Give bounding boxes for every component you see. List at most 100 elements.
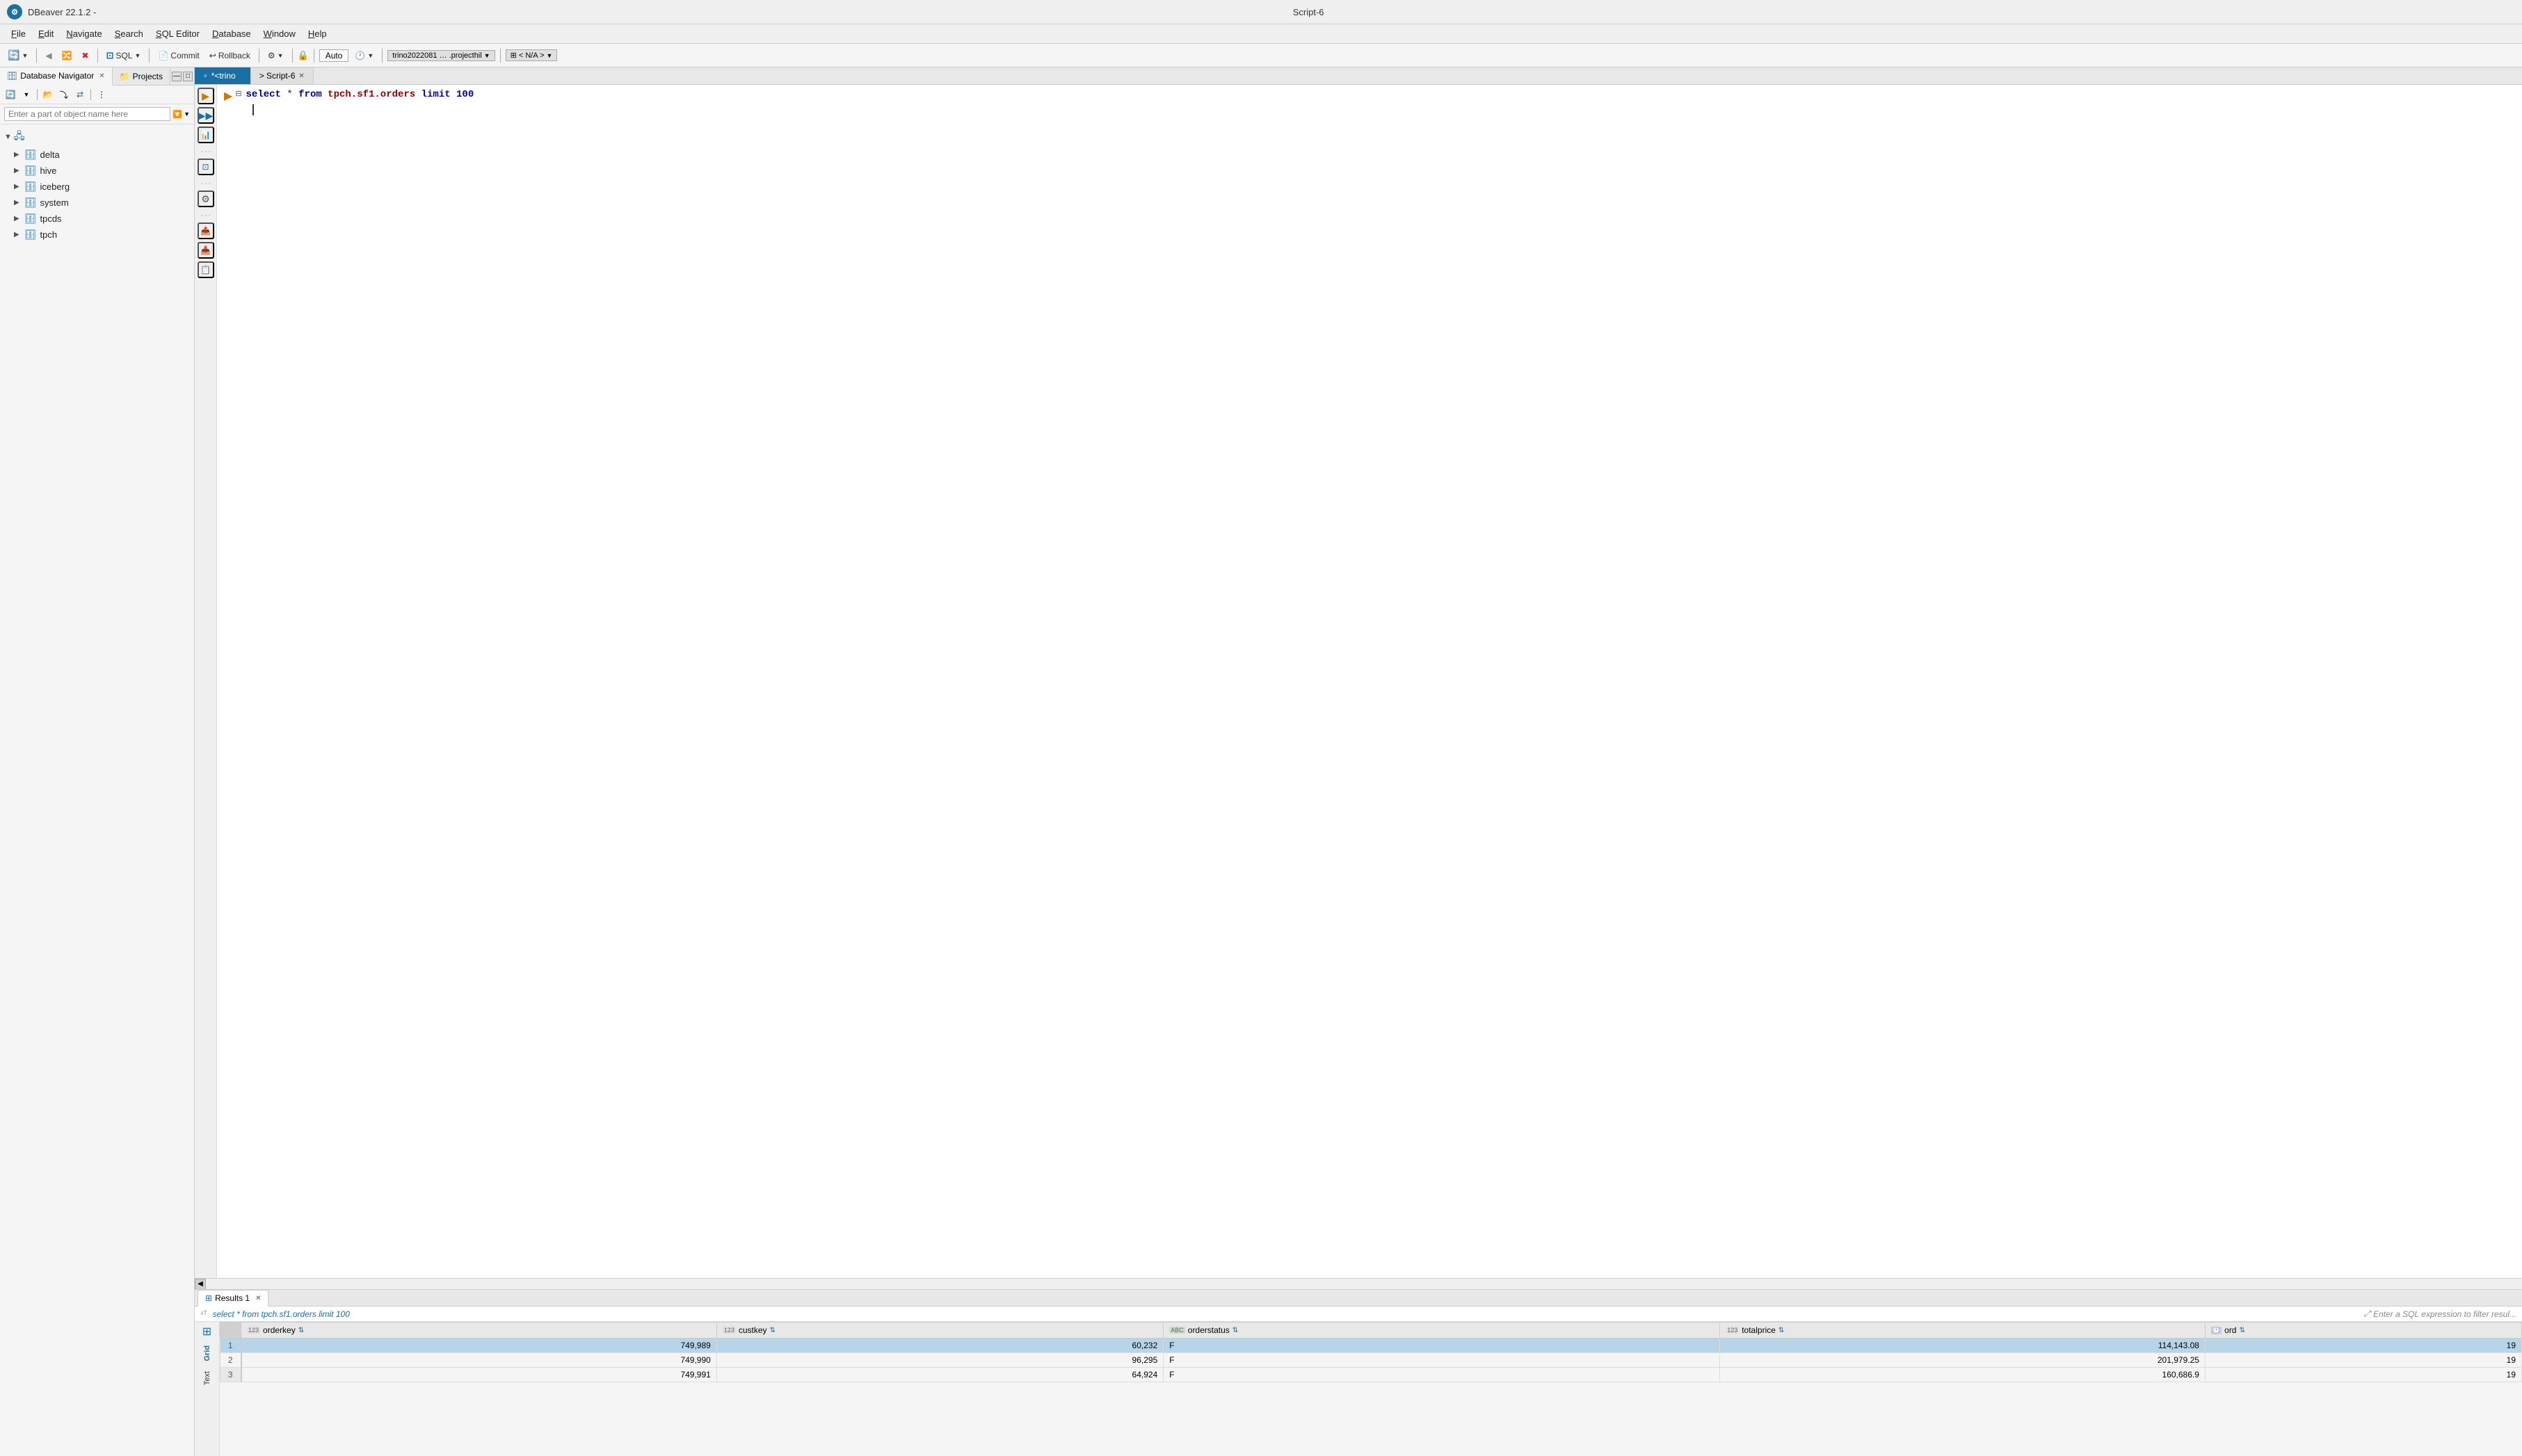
orderstatus-cell: F [1164, 1368, 1720, 1382]
tree-root[interactable]: ▼ 🖧 [0, 127, 194, 147]
tree-item-tpcds[interactable]: ▶ 🗄 tpcds [0, 211, 194, 227]
rollback-button[interactable]: ↩ Rollback [206, 49, 254, 62]
schema-chevron-icon: ▼ [547, 52, 553, 59]
menu-window[interactable]: Window [258, 26, 301, 41]
nav-chevron-icon: ▼ [24, 91, 30, 98]
minimize-panel-button[interactable]: — [172, 72, 182, 81]
tree-item-hive[interactable]: ▶ 🗄 hive [0, 163, 194, 179]
connection-badge[interactable]: trino2022081 … .projecthil ▼ [387, 50, 495, 61]
sql-star: * [281, 89, 298, 100]
commit-button[interactable]: 📄 Commit [154, 49, 202, 62]
export-button[interactable]: 📤 [198, 223, 214, 239]
orderstatus-sort-icon[interactable]: ⇅ [1232, 1327, 1238, 1334]
menu-help[interactable]: Help [303, 26, 332, 41]
schema-badge[interactable]: ⊞ < N/A > ▼ [506, 49, 558, 61]
code-line-2 [224, 104, 2515, 120]
table-body: 1 749,989 60,232 F 114,143.08 19 2 749,9… [220, 1338, 2522, 1382]
custkey-sort-icon[interactable]: ⇅ [770, 1327, 776, 1334]
tree-item-tpch[interactable]: ▶ 🗄 tpch [0, 227, 194, 243]
auto-commit-badge[interactable]: Auto [319, 49, 349, 62]
maximize-panel-button[interactable]: □ [183, 72, 193, 81]
data-table-wrapper[interactable]: 123 orderkey ⇅ 123 custkey [220, 1322, 2522, 1456]
nav-chevron-button[interactable]: ▼ [19, 88, 33, 102]
sql-button[interactable]: ⊡ SQL ▼ [103, 49, 145, 63]
tree-item-delta[interactable]: ▶ 🗄 delta [0, 147, 194, 163]
format-button[interactable]: ⚙ ▼ [264, 49, 287, 62]
search-input[interactable] [4, 107, 170, 121]
nav-add-folder-button[interactable]: 📂 [41, 88, 55, 102]
close-db-nav-icon[interactable]: ✕ [99, 72, 104, 80]
close-results-tab-icon[interactable]: ✕ [255, 1295, 261, 1302]
col-header-orderstatus[interactable]: ABC orderstatus ⇅ [1164, 1322, 1720, 1338]
row-num-cell: 2 [220, 1353, 241, 1368]
ord-sort-icon[interactable]: ⇅ [2239, 1327, 2244, 1334]
data-grid-container: ⊞ Grid Text 123 [195, 1322, 2522, 1456]
orderstatus-type-badge: ABC [1169, 1327, 1185, 1334]
filter-dropdown[interactable]: 🔽 ▼ [172, 110, 190, 119]
tab-trino[interactable]: ● *<trino [195, 67, 251, 84]
totalprice-sort-icon[interactable]: ⇅ [1778, 1327, 1784, 1334]
tab-database-navigator[interactable]: 🗄 Database Navigator ✕ [0, 67, 113, 86]
run-script-button[interactable]: ▶▶ [198, 107, 214, 124]
menu-search[interactable]: Search [109, 26, 149, 41]
nav-collapse-button[interactable]: ⤵ [57, 88, 71, 102]
tree-item-iceberg[interactable]: ▶ 🗄 iceberg [0, 179, 194, 195]
clock-icon: 🕐 [355, 51, 365, 60]
menu-navigate[interactable]: Navigate [61, 26, 107, 41]
table-row[interactable]: 3 749,991 64,924 F 160,686.9 19 [220, 1368, 2522, 1382]
filter-expand-icon: ⤢ [2364, 1309, 2371, 1319]
navigator-search: 🔽 ▼ [0, 104, 194, 124]
forward-button[interactable]: 🔀 [58, 49, 76, 62]
custkey-cell: 64,924 [716, 1368, 1163, 1382]
horizontal-scroll[interactable]: ◀ [195, 1278, 2522, 1289]
tab-results-1[interactable]: ⊞ Results 1 ✕ [198, 1290, 268, 1307]
explain-button[interactable]: 📊 [198, 127, 214, 143]
row-num-cell: 1 [220, 1338, 241, 1353]
menu-edit[interactable]: Edit [33, 26, 59, 41]
orderkey-cell: 749,991 [241, 1368, 717, 1382]
results-tab-icon: ⊞ [205, 1293, 212, 1303]
metadata-button[interactable]: 📋 [198, 261, 214, 278]
title-bar: ⚙ DBeaver 22.1.2 - Script-6 [0, 0, 2522, 24]
settings-side-button[interactable]: ⚙ [198, 191, 214, 207]
scroll-left-button[interactable]: ◀ [195, 1279, 206, 1290]
tab-script6[interactable]: > Script-6 ✕ [251, 67, 314, 84]
col-header-orderkey[interactable]: 123 orderkey ⇅ [241, 1322, 717, 1338]
delta-expand-icon: ▶ [14, 151, 19, 159]
collapse-icon: ⤵ [60, 89, 68, 101]
import-button[interactable]: 📥 [198, 242, 214, 259]
sidebar-dots-3: · · · [201, 210, 211, 220]
menu-bar: File Edit Navigate Search SQL Editor Dat… [0, 24, 2522, 44]
code-editor[interactable]: ▶ ⊟ select * from tpch.sf1.orders limit … [217, 85, 2522, 1278]
col-header-custkey[interactable]: 123 custkey ⇅ [716, 1322, 1163, 1338]
nav-settings-button[interactable]: ⋮ [95, 88, 109, 102]
auto-dropdown-button[interactable]: 🕐 ▼ [351, 49, 377, 62]
tab-projects[interactable]: 📁 Projects [113, 68, 170, 85]
table-row[interactable]: 1 749,989 60,232 F 114,143.08 19 [220, 1338, 2522, 1353]
main-layout: 🗄 Database Navigator ✕ 📁 Projects — □ 🔄 … [0, 67, 2522, 1456]
close-script6-icon[interactable]: ✕ [298, 72, 304, 80]
tree-item-system[interactable]: ▶ 🗄 system [0, 195, 194, 211]
filter-arrow-icon: ▼ [184, 111, 190, 118]
custkey-cell: 60,232 [716, 1338, 1163, 1353]
nav-refresh-button[interactable]: 🔄 [3, 88, 17, 102]
refresh-button[interactable]: 🔄 ▼ [4, 48, 31, 63]
nav-sync-button[interactable]: ⇄ [73, 88, 87, 102]
filter-input-area[interactable]: ⤢ Enter a SQL expression to filter resul… [2364, 1309, 2516, 1319]
terminal-button[interactable]: ⊡ [198, 159, 214, 175]
run-button[interactable]: ▶ [198, 88, 214, 104]
totalprice-cell: 160,686.9 [1720, 1368, 2206, 1382]
menu-file[interactable]: File [6, 26, 31, 41]
orderkey-sort-icon[interactable]: ⇅ [298, 1327, 304, 1334]
stop-button[interactable]: ✖ [79, 49, 93, 62]
back-button[interactable]: ◀ [42, 49, 55, 62]
panel-window-controls: — □ [170, 70, 194, 83]
col-header-totalprice[interactable]: 123 totalprice ⇅ [1720, 1322, 2206, 1338]
text-view-button[interactable]: Text [201, 1367, 214, 1389]
toolbar-sep-2 [97, 49, 98, 63]
table-row[interactable]: 2 749,990 96,295 F 201,979.25 19 [220, 1353, 2522, 1368]
grid-view-button[interactable]: Grid [201, 1341, 214, 1366]
col-header-ord[interactable]: 🕐 ord ⇅ [2205, 1322, 2521, 1338]
menu-database[interactable]: Database [207, 26, 257, 41]
menu-sql-editor[interactable]: SQL Editor [150, 26, 205, 41]
